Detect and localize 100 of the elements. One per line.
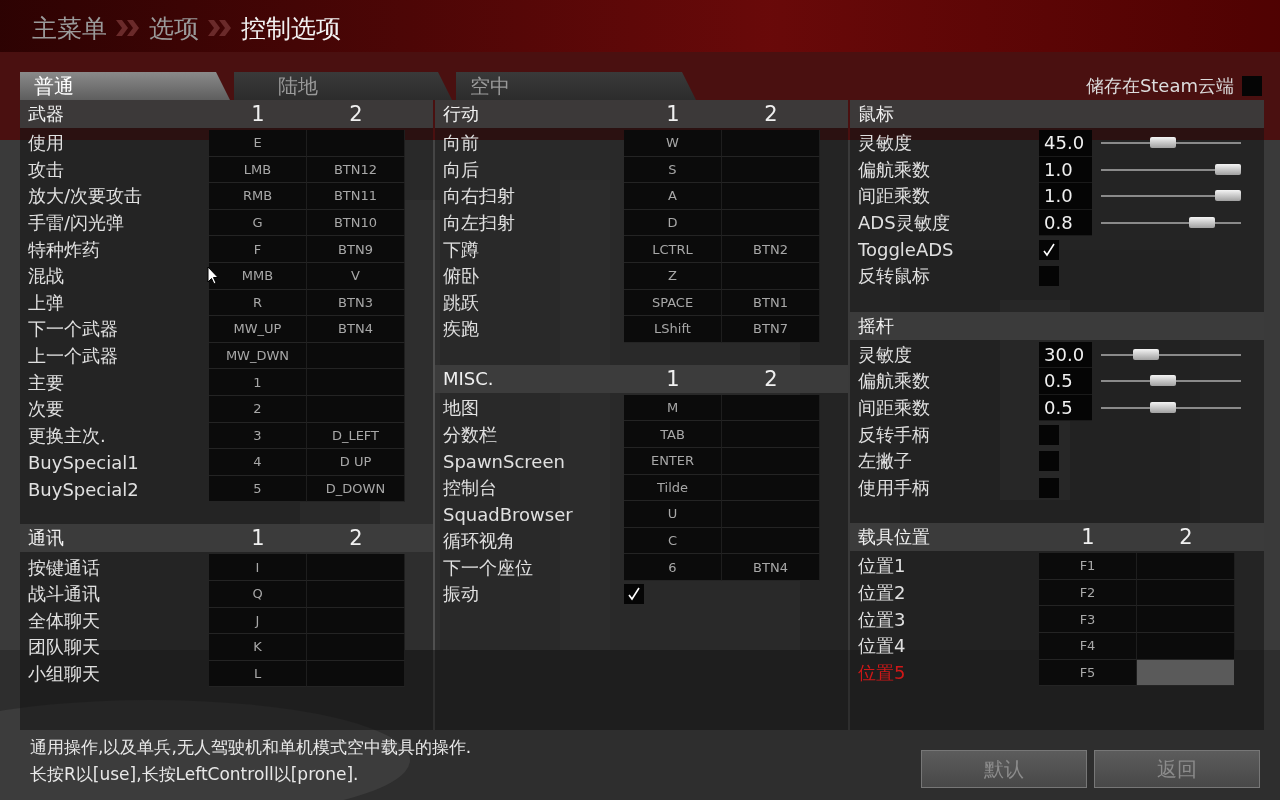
key-binding-cell[interactable]: [307, 130, 405, 157]
value-field[interactable]: 1.0: [1039, 183, 1092, 210]
checkbox[interactable]: [1242, 76, 1262, 96]
key-binding-cell[interactable]: S: [624, 156, 722, 184]
key-binding-cell[interactable]: [722, 421, 820, 448]
key-binding-cell[interactable]: [722, 527, 820, 555]
key-binding-cell[interactable]: [307, 395, 405, 423]
key-binding-cell[interactable]: I: [209, 554, 307, 581]
slider[interactable]: [1101, 375, 1241, 388]
key-binding-cell[interactable]: J: [209, 607, 307, 635]
key-binding-cell[interactable]: ENTER: [624, 447, 722, 475]
slider[interactable]: [1101, 217, 1241, 230]
key-binding-cell[interactable]: [722, 474, 820, 502]
key-binding-cell[interactable]: [1137, 632, 1235, 660]
key-binding-cell[interactable]: [307, 369, 405, 396]
key-binding-cell[interactable]: 3: [209, 422, 307, 450]
slider[interactable]: [1101, 190, 1241, 203]
key-binding-cell[interactable]: [722, 394, 820, 422]
slider-thumb[interactable]: [1188, 217, 1215, 229]
key-binding-cell[interactable]: SPACE: [624, 289, 722, 317]
slider-thumb[interactable]: [1150, 137, 1176, 149]
key-binding-cell[interactable]: C: [624, 527, 722, 555]
key-binding-cell[interactable]: BTN9: [307, 236, 405, 263]
key-binding-cell[interactable]: 4: [209, 449, 307, 476]
key-binding-cell[interactable]: D_DOWN: [307, 475, 405, 503]
slider[interactable]: [1101, 163, 1241, 176]
key-binding-cell[interactable]: [307, 580, 405, 608]
value-field[interactable]: 0.5: [1039, 368, 1092, 395]
key-binding-cell[interactable]: [307, 342, 405, 370]
key-binding-cell[interactable]: D_LEFT: [307, 422, 405, 450]
key-binding-cell[interactable]: V: [307, 262, 405, 290]
slider[interactable]: [1101, 348, 1241, 361]
key-binding-cell[interactable]: F2: [1039, 579, 1137, 607]
key-binding-cell[interactable]: A: [624, 183, 722, 210]
breadcrumb-item[interactable]: 主菜单: [32, 11, 107, 45]
key-binding-cell[interactable]: F3: [1039, 606, 1137, 633]
slider-thumb[interactable]: [1150, 402, 1176, 414]
slider[interactable]: [1101, 402, 1241, 415]
key-binding-cell[interactable]: [722, 209, 820, 237]
key-binding-cell[interactable]: [722, 183, 820, 210]
slider-thumb[interactable]: [1215, 163, 1241, 175]
key-binding-cell[interactable]: F1: [1039, 553, 1137, 580]
slider[interactable]: [1101, 137, 1241, 150]
key-binding-cell[interactable]: [1137, 659, 1235, 687]
key-binding-cell[interactable]: Q: [209, 580, 307, 608]
checkbox[interactable]: [624, 584, 644, 605]
key-binding-cell[interactable]: 1: [209, 369, 307, 396]
value-field[interactable]: 0.8: [1039, 209, 1092, 237]
key-binding-cell[interactable]: G: [209, 209, 307, 237]
key-binding-cell[interactable]: [722, 447, 820, 475]
tab[interactable]: 陆地: [234, 72, 452, 100]
key-binding-cell[interactable]: BTN10: [307, 209, 405, 237]
key-binding-cell[interactable]: [722, 501, 820, 528]
breadcrumb-item[interactable]: 选项: [149, 11, 199, 45]
key-binding-cell[interactable]: [307, 554, 405, 581]
key-binding-cell[interactable]: F4: [1039, 632, 1137, 660]
key-binding-cell[interactable]: [722, 262, 820, 290]
key-binding-cell[interactable]: BTN7: [722, 316, 820, 343]
key-binding-cell[interactable]: MW_UP: [209, 316, 307, 343]
key-binding-cell[interactable]: 2: [209, 395, 307, 423]
key-binding-cell[interactable]: MW_DWN: [209, 342, 307, 370]
tab[interactable]: 空中: [456, 72, 696, 100]
value-field[interactable]: 1.0: [1039, 156, 1092, 184]
key-binding-cell[interactable]: LCTRL: [624, 236, 722, 263]
key-binding-cell[interactable]: BTN4: [722, 554, 820, 581]
key-binding-cell[interactable]: E: [209, 130, 307, 157]
key-binding-cell[interactable]: M: [624, 394, 722, 422]
key-binding-cell[interactable]: LShift: [624, 316, 722, 343]
key-binding-cell[interactable]: F5: [1039, 659, 1137, 687]
key-binding-cell[interactable]: [722, 130, 820, 157]
key-binding-cell[interactable]: RMB: [209, 183, 307, 210]
value-field[interactable]: 0.5: [1039, 394, 1092, 422]
key-binding-cell[interactable]: K: [209, 634, 307, 661]
key-binding-cell[interactable]: 5: [209, 475, 307, 503]
checkbox[interactable]: [1039, 424, 1059, 445]
key-binding-cell[interactable]: U: [624, 501, 722, 528]
key-binding-cell[interactable]: Z: [624, 262, 722, 290]
key-binding-cell[interactable]: BTN11: [307, 183, 405, 210]
key-binding-cell[interactable]: 6: [624, 554, 722, 581]
tab[interactable]: 普通: [20, 72, 230, 100]
slider-thumb[interactable]: [1215, 190, 1241, 202]
key-binding-cell[interactable]: W: [624, 130, 722, 157]
key-binding-cell[interactable]: [722, 156, 820, 184]
key-binding-cell[interactable]: BTN4: [307, 316, 405, 343]
key-binding-cell[interactable]: [1137, 553, 1235, 580]
key-binding-cell[interactable]: LMB: [209, 156, 307, 184]
checkbox[interactable]: [1039, 477, 1059, 498]
key-binding-cell[interactable]: [307, 634, 405, 661]
key-binding-cell[interactable]: Tilde: [624, 474, 722, 502]
key-binding-cell[interactable]: L: [209, 660, 307, 688]
key-binding-cell[interactable]: [1137, 579, 1235, 607]
key-binding-cell[interactable]: D UP: [307, 449, 405, 476]
key-binding-cell[interactable]: D: [624, 209, 722, 237]
key-binding-cell[interactable]: BTN3: [307, 289, 405, 317]
key-binding-cell[interactable]: BTN12: [307, 156, 405, 184]
key-binding-cell[interactable]: R: [209, 289, 307, 317]
key-binding-cell[interactable]: [307, 607, 405, 635]
slider-thumb[interactable]: [1132, 348, 1159, 360]
checkbox[interactable]: [1039, 239, 1059, 260]
slider-thumb[interactable]: [1150, 375, 1176, 387]
